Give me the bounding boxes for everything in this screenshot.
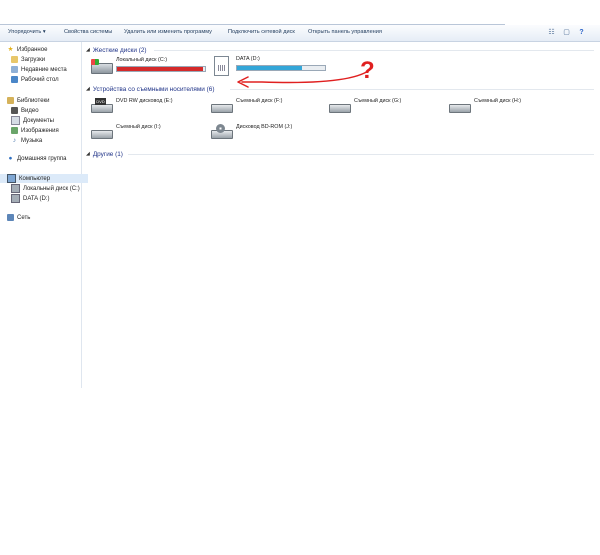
question-mark: ?	[360, 57, 375, 84]
red-annotation: ?	[237, 57, 375, 88]
red-arrow	[237, 67, 373, 88]
